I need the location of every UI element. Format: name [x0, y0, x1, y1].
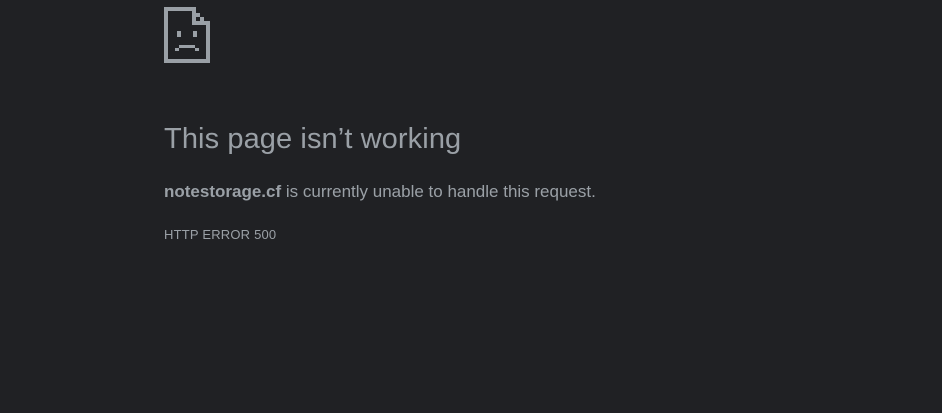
- host-name: notestorage.cf: [164, 182, 282, 201]
- sad-page-icon: [164, 7, 210, 63]
- error-message: is currently unable to handle this reque…: [281, 182, 596, 201]
- page-title: This page isn’t working: [164, 123, 462, 155]
- main-message: This page isn’t working notestorage.cf i…: [164, 120, 904, 244]
- error-code: HTTP ERROR 500: [164, 227, 277, 242]
- error-details: notestorage.cf is currently unable to ha…: [164, 180, 904, 204]
